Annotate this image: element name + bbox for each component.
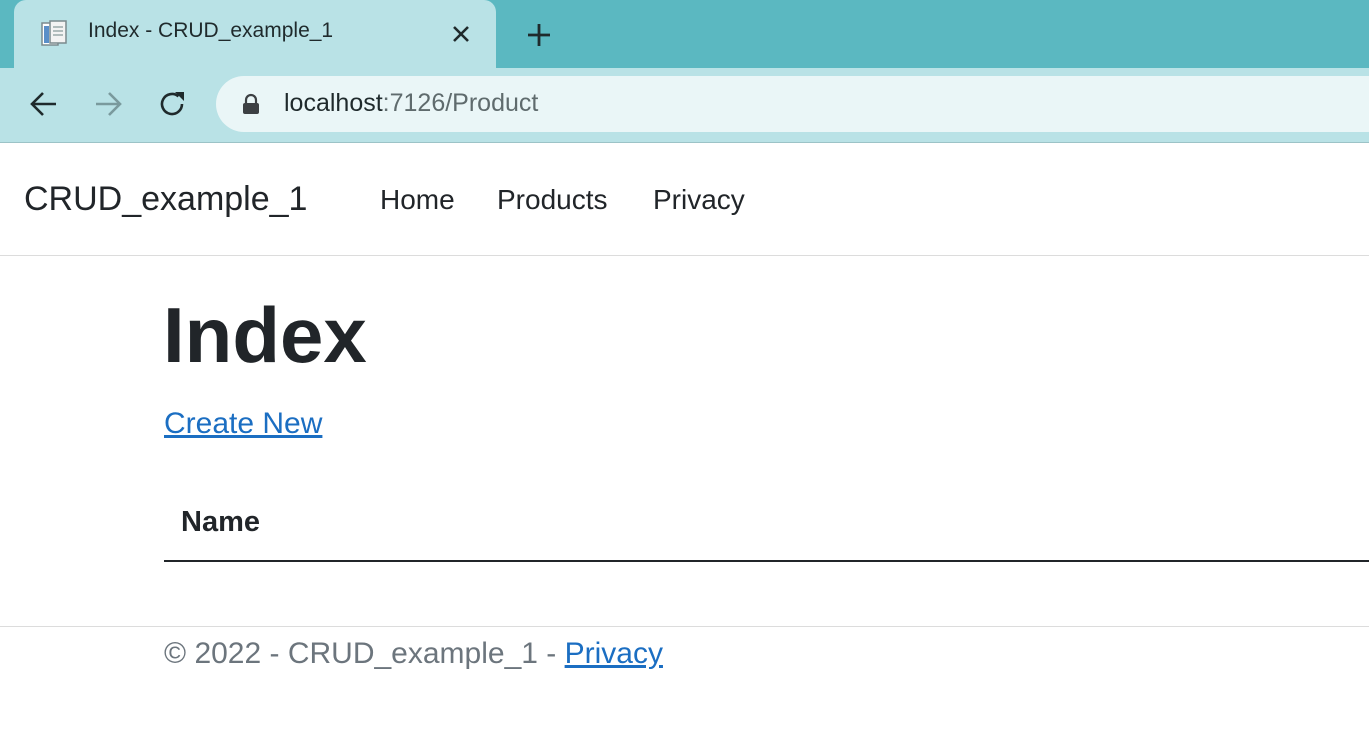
browser-tab-active[interactable]: Index - CRUD_example_1 — [14, 0, 496, 68]
tab-title: Index - CRUD_example_1 — [88, 19, 334, 42]
nav-link-privacy[interactable]: Privacy — [653, 184, 745, 216]
nav-link-home[interactable]: Home — [380, 184, 455, 216]
page-title: Index — [163, 291, 367, 379]
footer-privacy-link[interactable]: Privacy — [565, 637, 663, 670]
url-host: localhost — [284, 89, 383, 117]
footer-copyright: © 2022 - CRUD_example_1 - — [164, 637, 565, 670]
address-bar[interactable]: localhost:7126/Product — [216, 76, 1369, 132]
lock-icon[interactable] — [242, 93, 260, 115]
page-icon — [41, 20, 67, 46]
site-navbar: CRUD_example_1 Home Products Privacy — [0, 143, 1369, 256]
column-header-name: Name — [181, 506, 260, 538]
nav-link-products[interactable]: Products — [497, 184, 608, 216]
back-arrow-icon[interactable] — [28, 88, 60, 120]
navbar-brand[interactable]: CRUD_example_1 — [24, 180, 307, 219]
create-new-link[interactable]: Create New — [164, 407, 322, 441]
site-footer: © 2022 - CRUD_example_1 - Privacy — [0, 626, 1369, 756]
new-tab-icon[interactable] — [522, 19, 556, 51]
browser-toolbar: localhost:7126/Product — [0, 68, 1369, 143]
browser-tabstrip: Index - CRUD_example_1 — [0, 0, 1369, 68]
product-table-header: Name — [164, 490, 1369, 562]
url-path: :7126/Product — [382, 89, 539, 117]
close-tab-icon[interactable] — [448, 21, 474, 47]
footer-text: © 2022 - CRUD_example_1 - Privacy — [164, 637, 663, 671]
url-text[interactable]: localhost:7126/Product — [284, 89, 538, 118]
forward-arrow-icon[interactable] — [92, 88, 124, 120]
reload-icon[interactable] — [156, 88, 188, 120]
